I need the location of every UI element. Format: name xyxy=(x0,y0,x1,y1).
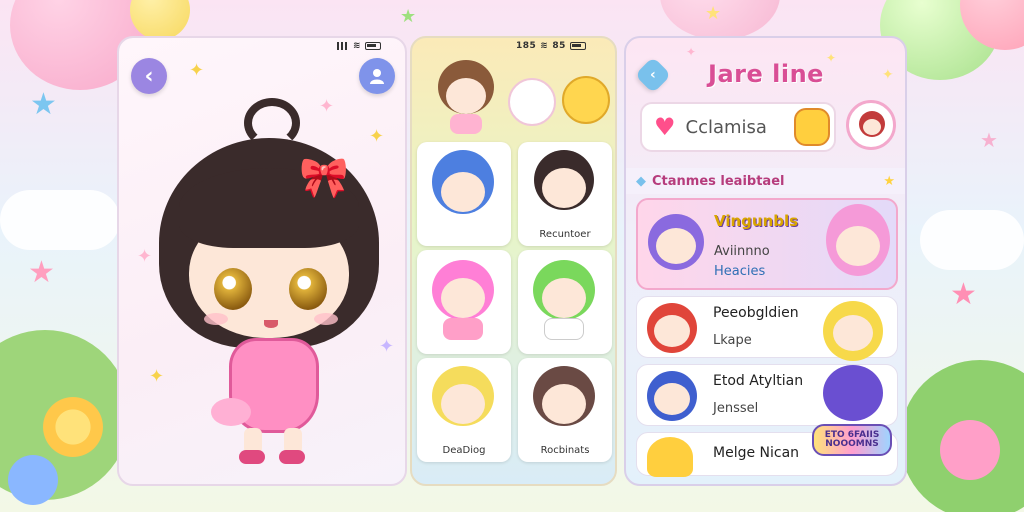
mascot-icon[interactable] xyxy=(794,108,830,146)
mascot-yellow-icon[interactable] xyxy=(562,76,610,124)
flower-decoration xyxy=(38,392,108,462)
sparkle-icon: ✦ xyxy=(826,51,837,65)
eye xyxy=(289,268,327,310)
flower-decoration xyxy=(8,455,58,505)
star-decoration: ★ xyxy=(980,128,998,152)
wifi-icon: ≋ xyxy=(540,41,549,51)
wifi-icon: ≋ xyxy=(353,41,362,51)
section-title: Ctanmes leaibtael xyxy=(652,173,785,189)
character-tile[interactable] xyxy=(417,142,511,246)
status-time: 185 xyxy=(516,41,537,51)
character-tile[interactable] xyxy=(518,250,612,354)
user-icon xyxy=(370,69,384,84)
flower-decoration xyxy=(940,420,1000,480)
sparkle-icon: ✦ xyxy=(189,60,205,81)
cloud-decoration xyxy=(0,190,120,250)
heart-icon: ♥ xyxy=(654,113,676,141)
back-button[interactable]: ‹ xyxy=(131,58,167,94)
star-decoration: ★ xyxy=(30,87,57,122)
signal-icon xyxy=(337,42,349,50)
item-subtitle: Lkape xyxy=(713,333,752,348)
featured-character[interactable] xyxy=(430,56,500,136)
tile-label: DeaDiog xyxy=(442,445,486,456)
item-subtitle: Aviinnno xyxy=(714,244,770,259)
item-subtitle: Heacies xyxy=(714,264,766,279)
status-bar: 185 ≋ 85 xyxy=(516,41,586,51)
list-item[interactable]: Etod Atyltian Jenssel xyxy=(636,364,898,426)
search-text: Cclamisa xyxy=(685,116,767,138)
item-title: Vingunbls xyxy=(714,212,799,230)
item-title: Peeobgldien xyxy=(713,305,799,321)
item-subtitle: Jenssel xyxy=(713,401,759,416)
character-tile[interactable]: DeaDiog xyxy=(417,358,511,462)
status-battery-percent: 85 xyxy=(552,41,566,51)
battery-icon xyxy=(365,42,382,50)
sparkle-icon: ✦ xyxy=(686,45,697,59)
item-title: Melge Nican xyxy=(713,445,800,461)
chevron-left-icon: ‹ xyxy=(144,63,154,89)
status-bar: ≋ xyxy=(337,41,382,51)
star-decoration: ★ xyxy=(705,3,722,24)
section-header: ◆ Ctanmes leaibtael ★ xyxy=(626,168,905,194)
star-decoration: ★ xyxy=(400,6,417,27)
character-portrait: 🎀 xyxy=(149,98,389,468)
character-tile[interactable] xyxy=(417,250,511,354)
tile-label: Recuntoer xyxy=(539,229,591,240)
event-badge[interactable]: ETO 6FAIIS NOOOMNS xyxy=(812,424,892,456)
chevron-left-icon: ‹ xyxy=(650,67,656,83)
list-item[interactable]: Peeobgldien Lkape xyxy=(636,296,898,361)
character-profile-screen: ≋ ‹ ✦ ✦ ✦ ✦ ✦ ✦ 🎀 xyxy=(117,36,407,486)
badge-text: ETO 6FAIIS NOOOMNS xyxy=(824,429,880,449)
battery-icon xyxy=(569,42,586,50)
profile-button[interactable] xyxy=(359,58,395,94)
cloud-decoration xyxy=(920,210,1024,270)
back-button[interactable]: ‹ xyxy=(634,56,672,94)
character-tile[interactable]: Rocbinats xyxy=(518,358,612,462)
character-list-screen: ‹ Jare line ✦ ✦ ✦ ♥ Cclamisa ◆ Ctanmes l… xyxy=(624,36,907,486)
sparkle-icon: ✦ xyxy=(882,67,894,83)
mascot-white-icon[interactable] xyxy=(508,78,556,126)
list-item-selected[interactable]: Vingunbls Aviinnno Heacies xyxy=(636,198,898,290)
character-tile[interactable]: Recuntoer xyxy=(518,142,612,246)
star-icon: ★ xyxy=(883,173,895,189)
bow-icon: 🎀 xyxy=(299,155,349,201)
star-decoration: ★ xyxy=(950,277,977,312)
star-decoration: ★ xyxy=(28,255,55,290)
tag-icon: ◆ xyxy=(636,173,646,189)
tile-label: Rocbinats xyxy=(540,445,590,456)
eye xyxy=(214,268,252,310)
item-title: Etod Atyltian xyxy=(713,373,804,389)
avatar[interactable] xyxy=(846,100,896,150)
character-select-screen: 185 ≋ 85 Recuntoer DeaDiog Rocbinats xyxy=(410,36,617,486)
